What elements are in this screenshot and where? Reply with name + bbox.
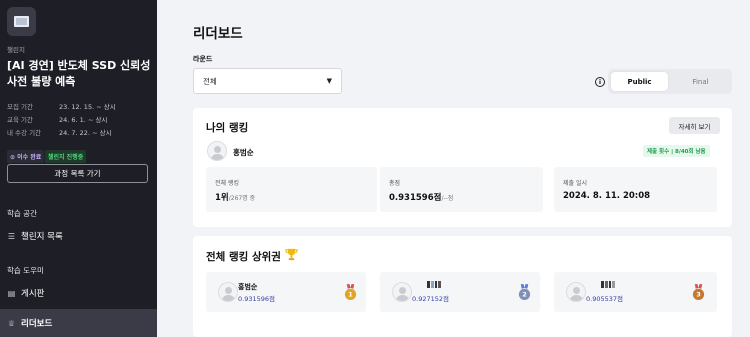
completed-badge-label: 이수 완료 [17,154,42,161]
course-title: [AI 경연] 반도체 SSD 신뢰성 사전 불량 예측 [7,59,151,88]
nav-leaderboard[interactable]: ♕ 리더보드 [0,309,157,337]
avatar [392,282,412,302]
pixelated-name-image [427,281,441,288]
tab-final[interactable]: Final [672,72,729,91]
period-label: 모집 기간 [7,103,33,111]
period-value: 23. 12. 15. ~ 상시 [59,103,116,111]
score-value: 0.931596점 [389,193,442,203]
nav-label: 리더보드 [21,319,53,329]
completed-badge: ⊙ 이수 완료 [7,150,45,163]
period-label: 교육 기간 [7,116,33,124]
course-list-button[interactable]: 과정 목록 가기 [7,164,148,183]
trophy-icon [285,248,298,261]
medal-number: 3 [696,291,701,299]
stat-label: 제출 일시 [563,180,587,187]
nav-label: 챌린지 목록 [21,232,63,242]
period-education: 교육 기간 24. 6. 1. ~ 상시 [7,114,107,124]
rank-total: /267명 중 [228,195,256,202]
top-rank-title: 전체 랭킹 상위권 [206,251,281,263]
stat-submitted-at: 제출 일시 2024. 8. 11. 20:08 [554,167,717,212]
nav-board[interactable]: ▤ 게시판 [0,279,157,307]
section-learning: 학습 공간 [7,209,37,218]
period-value: 24. 7. 22. ~ 상시 [59,129,112,137]
info-icon[interactable]: i [595,77,605,87]
section-tools: 학습 도우미 [7,266,44,275]
course-thumbnail-icon [7,7,36,36]
medal-number: 2 [522,291,527,299]
rank-name: 홍범순 [238,283,258,291]
round-select[interactable]: 전체 ▼ [193,68,342,94]
avatar [218,282,238,302]
my-rank-card: 나의 랭킹 자세히 보기 홍범순 제출 횟수 | 8/40회 남음 전체 랭킹 … [193,108,732,227]
stat-value: 1위/267명 중 [215,191,255,203]
nav-challenge-list[interactable]: ☰ 챌린지 목록 [0,222,157,250]
board-icon: ▤ [7,288,16,298]
stat-overall-rank: 전체 랭킹 1위/267명 중 [206,167,377,212]
bronze-medal-icon: 3 [692,284,705,300]
list-icon: ☰ [7,231,16,241]
round-label: 라운드 [193,55,213,63]
submission-count-badge: 제출 횟수 | 8/40회 남음 [643,145,710,157]
rank-tile-1[interactable]: 홍범순 0.931596점 1 [206,272,366,312]
rank-tile-2[interactable]: 0.927152점 2 [380,272,540,312]
sidebar: 챌린지 [AI 경연] 반도체 SSD 신뢰성 사전 불량 예측 모집 기간 23… [0,0,157,337]
rank-value: 1위 [215,193,229,203]
stat-total-score: 총점 0.931596점/--점 [380,167,543,212]
caret-down-icon: ▼ [326,77,332,85]
score-extra: /--점 [441,195,454,202]
pixelated-name-image [601,281,615,288]
rank-score: 0.905537점 [586,295,623,303]
rank-score: 0.931596점 [238,295,275,303]
stat-label: 총점 [389,180,401,187]
silver-medal-icon: 2 [518,284,531,300]
medal-number: 1 [348,291,353,299]
stat-value: 0.931596점/--점 [389,191,453,203]
tab-public[interactable]: Public [611,72,668,91]
rank-score: 0.927152점 [412,295,449,303]
gold-medal-icon: 1 [344,284,357,300]
period-my-enrollment: 내 수강 기간 24. 7. 22. ~ 상시 [7,127,112,137]
period-recruit: 모집 기간 23. 12. 15. ~ 상시 [7,101,116,111]
round-select-value: 전체 [203,76,217,86]
my-rank-title: 나의 랭킹 [206,122,249,134]
user-name: 홍범순 [233,148,254,157]
rank-tile-3[interactable]: 0.905537점 3 [554,272,717,312]
trophy-outline-icon: ♕ [7,318,16,328]
avatar [566,282,586,302]
breadcrumb: 챌린지 [7,46,25,54]
period-value: 24. 6. 1. ~ 상시 [59,116,108,124]
stat-value: 2024. 8. 11. 20:08 [563,191,651,201]
avatar [207,141,227,161]
detail-button[interactable]: 자세히 보기 [669,117,720,134]
stat-label: 전체 랭킹 [215,180,239,187]
top-rank-card: 전체 랭킹 상위권 홍범순 0.931596점 1 0.927152점 2 0.… [193,236,732,337]
period-label: 내 수강 기간 [7,129,42,137]
nav-label: 게시판 [21,289,45,299]
page-title: 리더보드 [193,26,243,42]
in-progress-badge: 챌린지 진행중 [45,150,87,163]
public-final-toggle: Public Final [608,69,732,94]
